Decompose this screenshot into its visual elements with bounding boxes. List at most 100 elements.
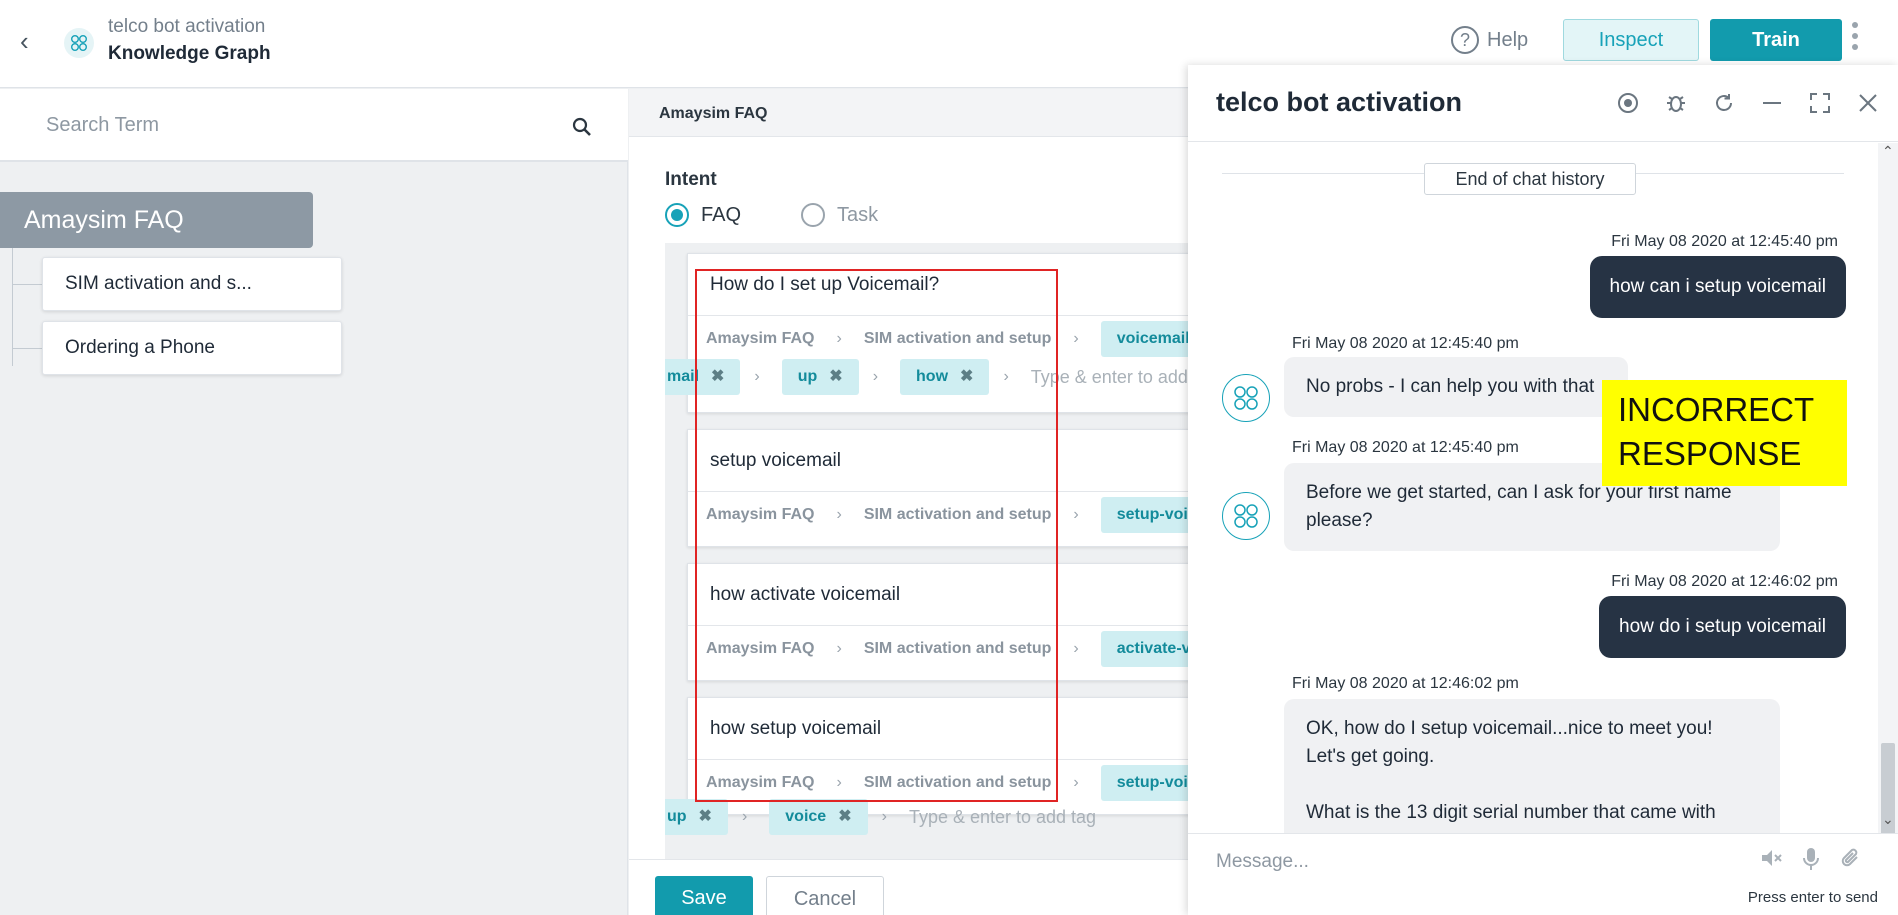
utterance-list: How do I set up Voicemail? Amaysim FAQ ›… [665, 243, 1189, 863]
radio-unchecked-icon [801, 203, 825, 227]
path-crumb: Amaysim FAQ [706, 330, 815, 347]
chat-composer: Press enter to send [1188, 833, 1898, 915]
utterance-text[interactable]: How do I set up Voicemail? [688, 254, 1189, 316]
search-input[interactable] [30, 107, 550, 143]
bot-avatar-icon [1222, 374, 1270, 422]
bot-message: OK, how do I setup voicemail...nice to m… [1284, 699, 1780, 833]
chevron-right-icon: › [1073, 774, 1079, 791]
remove-tag-icon[interactable]: ✖ [838, 808, 851, 825]
tag-chip[interactable]: setup-voic [1100, 497, 1189, 533]
composer-actions [1760, 846, 1862, 872]
minimize-icon[interactable] [1760, 91, 1784, 115]
editor-header-title: Amaysim FAQ [659, 105, 768, 122]
tree-child-sim-activation[interactable]: SIM activation and s... [42, 257, 342, 311]
tree-connector [12, 284, 42, 285]
message-timestamp: Fri May 08 2020 at 12:45:40 pm [1292, 439, 1519, 456]
add-tag-input[interactable]: Type & enter to add ta [1031, 367, 1189, 388]
scroll-down-icon[interactable]: ⌄ [1882, 811, 1894, 828]
tag-chip[interactable]: voicemail [1100, 321, 1189, 357]
incorrect-response-annotation: INCORRECT RESPONSE [1602, 380, 1847, 486]
help-link[interactable]: ? Help [1451, 26, 1528, 54]
tag-row: up ✖ › voice ✖ › Type & enter to add tag [665, 797, 1096, 837]
speaker-mute-icon[interactable] [1760, 846, 1782, 872]
back-chevron-icon[interactable]: ‹ [20, 28, 42, 54]
train-button[interactable]: Train [1710, 19, 1842, 61]
message-input[interactable] [1216, 846, 1736, 878]
remove-tag-icon[interactable]: ✖ [699, 808, 712, 825]
bot-message: No probs - I can help you with that [1284, 357, 1628, 417]
help-icon: ? [1451, 26, 1479, 54]
help-label: Help [1487, 28, 1529, 51]
chat-scrollbar[interactable]: ⌃ ⌄ [1878, 143, 1898, 843]
remove-tag-icon[interactable]: ✖ [829, 368, 842, 385]
chevron-right-icon: › [881, 808, 887, 825]
message-timestamp: Fri May 08 2020 at 12:45:40 pm [1292, 335, 1519, 352]
fullscreen-icon[interactable] [1808, 91, 1832, 115]
scrollbar-thumb[interactable] [1881, 743, 1895, 843]
intent-label: Intent [665, 169, 717, 190]
utterance-text[interactable]: how setup voicemail [688, 698, 1189, 760]
utterance-card: how activate voicemail Amaysim FAQ › SIM… [687, 563, 1189, 681]
debug-bug-icon[interactable] [1664, 91, 1688, 115]
cancel-button[interactable]: Cancel [766, 876, 884, 915]
chevron-right-icon: › [741, 808, 748, 825]
utterance-text[interactable]: setup voicemail [688, 430, 1189, 492]
more-options-icon[interactable] [1852, 22, 1860, 56]
utterance-path: Amaysim FAQ › SIM activation and setup ›… [688, 492, 1189, 538]
scroll-up-icon[interactable]: ⌃ [1882, 143, 1894, 160]
user-message: how can i setup voicemail [1589, 256, 1846, 318]
chat-toolbar [1616, 91, 1880, 115]
page-title: Knowledge Graph [108, 43, 271, 64]
remove-tag-icon[interactable]: ✖ [960, 368, 973, 385]
chevron-right-icon: › [836, 774, 842, 791]
microphone-icon[interactable] [1800, 846, 1822, 872]
chevron-right-icon: › [1073, 330, 1079, 347]
message-timestamp: Fri May 08 2020 at 12:45:40 pm [1611, 233, 1838, 250]
tag-chip[interactable]: activate-vo [1100, 631, 1189, 667]
tag-chip[interactable]: mail ✖ [665, 359, 741, 395]
path-crumb: Amaysim FAQ [706, 506, 815, 523]
chevron-right-icon: › [1003, 368, 1009, 385]
search-bar [0, 89, 628, 162]
utterance-text[interactable]: how activate voicemail [688, 564, 1189, 626]
tag-row: mail ✖ › up ✖ › how ✖ › Type & enter to add… [665, 357, 1189, 397]
editor-header: Amaysim FAQ [629, 89, 1189, 137]
bot-logo-icon [64, 28, 94, 58]
chevron-right-icon: › [836, 330, 842, 347]
press-enter-hint: Press enter to send [1747, 889, 1878, 906]
tag-chip[interactable]: up ✖ [781, 359, 859, 395]
radio-faq-label: FAQ [701, 203, 742, 226]
user-message: how do i setup voicemail [1599, 596, 1846, 658]
inspect-button[interactable]: Inspect [1563, 19, 1699, 61]
intent-radio-task[interactable]: Task [801, 203, 878, 227]
save-button[interactable]: Save [655, 876, 753, 915]
tree-root-node[interactable]: Amaysim FAQ [0, 192, 313, 248]
chat-history: End of chat history Fri May 08 2020 at 1… [1188, 143, 1878, 833]
search-icon[interactable] [572, 117, 592, 137]
tag-chip[interactable]: how ✖ [900, 359, 990, 395]
remove-tag-icon[interactable]: ✖ [711, 368, 724, 385]
path-crumb: Amaysim FAQ [706, 640, 815, 657]
app-name: telco bot activation [108, 16, 266, 37]
message-timestamp: Fri May 08 2020 at 12:46:02 pm [1292, 675, 1519, 692]
close-icon[interactable] [1856, 91, 1880, 115]
chevron-right-icon: › [1073, 640, 1079, 657]
faq-editor-panel: Amaysim FAQ Intent FAQ Task How do I set… [629, 89, 1189, 915]
path-crumb: Amaysim FAQ [706, 774, 815, 791]
tag-chip[interactable]: up ✖ [665, 799, 728, 835]
tree-child-ordering-phone[interactable]: Ordering a Phone [42, 321, 342, 375]
radio-task-label: Task [837, 203, 879, 226]
chevron-right-icon: › [754, 368, 760, 385]
add-tag-input[interactable]: Type & enter to add tag [909, 807, 1096, 828]
tag-chip[interactable]: voice ✖ [769, 799, 868, 835]
chevron-right-icon: › [836, 640, 842, 657]
tree-connector [12, 348, 42, 349]
attachment-icon[interactable] [1840, 846, 1862, 872]
refresh-icon[interactable] [1712, 91, 1736, 115]
tag-chip[interactable]: setup-voic [1100, 765, 1189, 801]
record-icon[interactable] [1616, 91, 1640, 115]
utterance-path: Amaysim FAQ › SIM activation and setup ›… [688, 626, 1189, 672]
path-crumb: SIM activation and setup [863, 640, 1052, 657]
intent-radio-faq[interactable]: FAQ [665, 203, 741, 227]
knowledge-tree-panel: Amaysim FAQ SIM activation and s... Orde… [0, 89, 628, 915]
